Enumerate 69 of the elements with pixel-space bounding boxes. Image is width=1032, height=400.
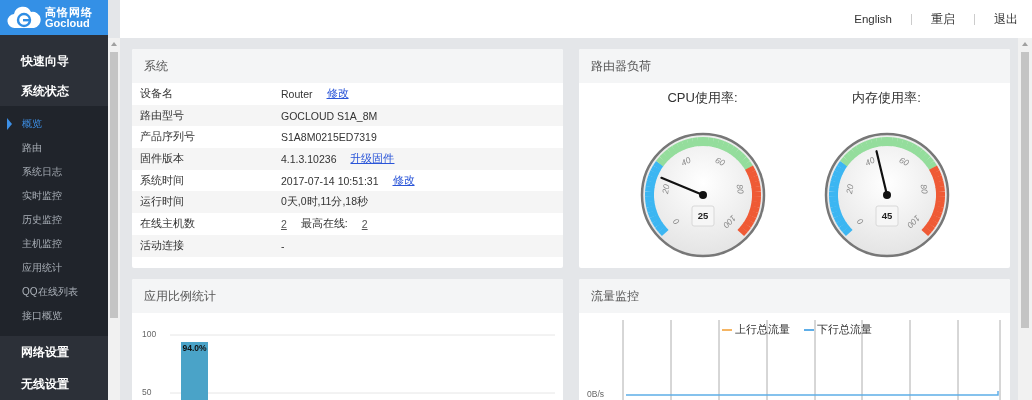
header-link[interactable]: 退出 bbox=[994, 11, 1018, 27]
gauge-scale-label: 60 bbox=[713, 154, 727, 168]
gauge-scale-label: 80 bbox=[734, 183, 746, 195]
gauge-title: CPU使用率: bbox=[667, 89, 738, 107]
field-label: 在线主机数 bbox=[139, 216, 196, 231]
field-value: - bbox=[281, 239, 285, 252]
gauge-scale-label: 40 bbox=[862, 154, 876, 168]
nav-menu-item[interactable]: 快速向导 bbox=[0, 46, 108, 76]
field-label: 路由型号 bbox=[139, 108, 185, 123]
panel-title: 系统 bbox=[144, 57, 168, 75]
nav-submenu-item[interactable]: 接口概览 bbox=[0, 304, 108, 328]
gauge-scale-label: 100 bbox=[720, 213, 738, 231]
axis-tick-label: 100 bbox=[142, 329, 157, 340]
field-value: 0天,0时,11分,18秒 bbox=[281, 195, 368, 210]
field-label: 设备名 bbox=[139, 86, 174, 101]
gauge-readout: 45 bbox=[875, 205, 898, 227]
legend-item[interactable]: 下行总流量 bbox=[804, 322, 872, 335]
nav-submenu-item[interactable]: QQ在线列表 bbox=[0, 280, 108, 304]
nav-submenu-item[interactable]: 历史监控 bbox=[0, 208, 108, 232]
gauge-scale-label: 100 bbox=[904, 213, 922, 231]
count-link[interactable]: 2 bbox=[361, 217, 368, 230]
field-value: S1A8M0215ED7319 bbox=[281, 131, 377, 144]
legend-item[interactable]: 上行总流量 bbox=[722, 322, 790, 335]
nav-submenu-item[interactable]: 系统日志 bbox=[0, 160, 108, 184]
edit-link[interactable]: 升级固件 bbox=[350, 151, 395, 166]
field-label: 固件版本 bbox=[139, 151, 185, 166]
nav-submenu-item[interactable]: 应用统计 bbox=[0, 256, 108, 280]
panel-title: 路由器负荷 bbox=[591, 57, 651, 75]
nav-submenu-item[interactable]: 实时监控 bbox=[0, 184, 108, 208]
nav-menu-item[interactable]: 系统状态 bbox=[0, 76, 108, 106]
field-value: Router bbox=[281, 87, 313, 100]
field-value: GOCLOUD S1A_8M bbox=[281, 109, 378, 122]
panel-title: 应用比例统计 bbox=[144, 287, 216, 305]
nav-submenu-item[interactable]: 主机监控 bbox=[0, 232, 108, 256]
count-link[interactable]: 2 bbox=[281, 217, 287, 230]
field-value: 4.1.3.10236 bbox=[281, 152, 337, 165]
chart-bar bbox=[181, 342, 208, 400]
gauge-title: 内存使用率: bbox=[852, 89, 921, 107]
header-link[interactable]: 重启 bbox=[931, 11, 955, 27]
panel-title: 流量监控 bbox=[591, 287, 639, 305]
gauge-readout: 25 bbox=[691, 205, 714, 227]
gauge-scale-label: 20 bbox=[659, 183, 671, 195]
logo-name: 高恪网络 bbox=[45, 6, 93, 18]
nav-submenu-item[interactable]: 路由 bbox=[0, 136, 108, 160]
nav-menu-item[interactable]: 网络设置 bbox=[0, 336, 108, 368]
gauge-scale-label: 0 bbox=[670, 216, 681, 227]
field-label: 最高在线: bbox=[300, 216, 348, 231]
sidebar-scrollbar[interactable] bbox=[108, 38, 120, 400]
edit-link[interactable]: 修改 bbox=[392, 173, 415, 188]
axis-tick-label: 50 bbox=[142, 387, 152, 398]
logo-wordmark: Gocloud bbox=[45, 17, 90, 29]
field-value: 2017-07-14 10:51:31 bbox=[281, 174, 379, 187]
nav-menu-item[interactable]: 无线设置 bbox=[0, 368, 108, 400]
header-link[interactable]: English bbox=[854, 13, 892, 25]
field-label: 运行时间 bbox=[139, 195, 185, 210]
gauge-scale-label: 40 bbox=[678, 154, 692, 168]
edit-link[interactable]: 修改 bbox=[326, 86, 349, 101]
bar-value-label: 94.0% bbox=[182, 343, 207, 353]
gauge-scale-label: 60 bbox=[897, 154, 911, 168]
field-label: 活动连接 bbox=[139, 238, 185, 253]
axis-label: 0B/s bbox=[587, 389, 604, 400]
nav-submenu-item[interactable]: 概览 bbox=[0, 112, 108, 136]
gauge-scale-label: 20 bbox=[843, 183, 855, 195]
gauge-scale-label: 80 bbox=[918, 183, 930, 195]
field-label: 系统时间 bbox=[139, 173, 185, 188]
page-scrollbar[interactable] bbox=[1018, 38, 1032, 400]
field-label: 产品序列号 bbox=[139, 130, 196, 145]
cloud-logo-icon bbox=[7, 5, 41, 30]
gauge-scale-label: 0 bbox=[854, 216, 865, 227]
